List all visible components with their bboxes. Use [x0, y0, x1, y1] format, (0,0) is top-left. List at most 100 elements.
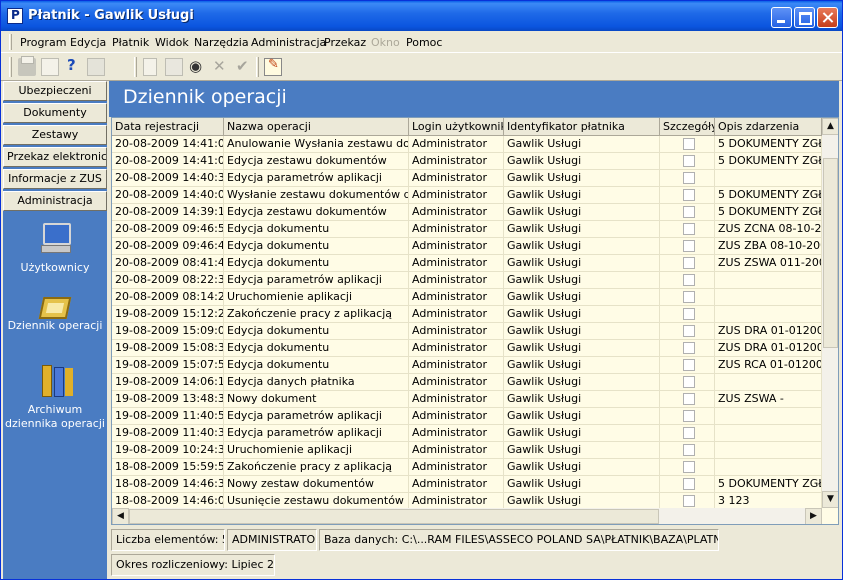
help-icon[interactable] — [64, 56, 82, 76]
details-checkbox[interactable] — [683, 308, 695, 320]
table-row[interactable]: 19-08-2009 10:24:35 Uruchomienie aplikacj… — [112, 442, 822, 459]
table-row[interactable]: 19-08-2009 11:40:54 Edycja parametrów apl… — [112, 408, 822, 425]
nav-item-uzytkownicy[interactable]: Użytkownicy — [3, 221, 107, 275]
details-checkbox[interactable] — [683, 138, 695, 150]
table-row[interactable]: 20-08-2009 09:46:55 Edycja dokumentu Admin… — [112, 221, 822, 238]
edit-note-icon[interactable] — [264, 57, 282, 76]
details-checkbox[interactable] — [683, 172, 695, 184]
maximize-button[interactable] — [794, 7, 815, 28]
table-row[interactable]: 20-08-2009 08:14:25 Uruchomienie aplikacj… — [112, 289, 822, 306]
table-row[interactable]: 18-08-2009 14:46:36 Nowy zestaw dokumentó… — [112, 476, 822, 493]
details-checkbox[interactable] — [683, 461, 695, 473]
nav-tab-administracja[interactable]: Administracja — [3, 191, 107, 211]
table-row[interactable]: 20-08-2009 14:40:34 Edycja parametrów apl… — [112, 170, 822, 187]
minimize-button[interactable] — [771, 7, 792, 28]
details-checkbox[interactable] — [683, 427, 695, 439]
app-logo-icon[interactable] — [7, 8, 23, 24]
details-checkbox[interactable] — [683, 376, 695, 388]
cell-opis: 5 DOKUMENTY ZGŁ — [715, 136, 822, 153]
close-button[interactable] — [817, 7, 838, 28]
horizontal-scroll-thumb[interactable] — [129, 509, 659, 524]
toolbar-grip-3[interactable] — [256, 57, 259, 77]
table-row[interactable]: 20-08-2009 08:41:40 Edycja dokumentu Admin… — [112, 255, 822, 272]
details-checkbox[interactable] — [683, 495, 695, 507]
nav-tab-przekaz-elektroniczny[interactable]: Przekaz elektroniczny — [3, 147, 107, 167]
menu-grip[interactable] — [9, 34, 12, 50]
details-checkbox[interactable] — [683, 223, 695, 235]
cell-nazwa: Edycja parametrów aplikacji — [224, 272, 409, 289]
vertical-scroll-thumb[interactable] — [823, 158, 838, 348]
column-header-data[interactable]: Data rejestracji — [112, 118, 224, 136]
menu-edycja[interactable]: Edycja — [70, 36, 106, 49]
menu-administracja[interactable]: Administracja — [251, 36, 326, 49]
details-checkbox[interactable] — [683, 257, 695, 269]
menu-platnik[interactable]: Płatnik — [112, 36, 149, 49]
details-checkbox[interactable] — [683, 155, 695, 167]
column-header-identyfikator[interactable]: Identyfikator płatnika — [504, 118, 660, 136]
horizontal-scrollbar[interactable]: ◀ ▶ — [112, 508, 822, 524]
table-row[interactable]: 19-08-2009 15:12:28 Zakończenie pracy z a… — [112, 306, 822, 323]
details-checkbox[interactable] — [683, 274, 695, 286]
table-row[interactable]: 19-08-2009 13:48:35 Nowy dokument Administ… — [112, 391, 822, 408]
details-checkbox[interactable] — [683, 478, 695, 490]
menu-przekaz[interactable]: Przekaz — [324, 36, 366, 49]
column-header-szczegoly[interactable]: Szczegóły — [660, 118, 715, 136]
menu-program[interactable]: Program — [20, 36, 66, 49]
table-row[interactable]: 18-08-2009 15:59:50 Zakończenie pracy z a… — [112, 459, 822, 476]
delete-x-icon[interactable] — [211, 57, 229, 76]
details-checkbox[interactable] — [683, 359, 695, 371]
nav-tab-zestawy[interactable]: Zestawy — [3, 125, 107, 145]
details-checkbox[interactable] — [683, 206, 695, 218]
details-checkbox[interactable] — [683, 189, 695, 201]
cell-opis: ZUS ZSWA 011-2009 — [715, 255, 822, 272]
table-row[interactable]: 19-08-2009 15:08:31 Edycja dokumentu Admin… — [112, 340, 822, 357]
table-row[interactable]: 20-08-2009 09:46:42 Edycja dokumentu Admin… — [112, 238, 822, 255]
table-row[interactable]: 20-08-2009 14:39:13 Edycja zestawu dokume… — [112, 204, 822, 221]
table-row[interactable]: 19-08-2009 11:40:35 Edycja parametrów apl… — [112, 425, 822, 442]
table-row[interactable]: 20-08-2009 14:41:03 Edycja zestawu dokume… — [112, 153, 822, 170]
details-checkbox[interactable] — [683, 342, 695, 354]
column-header-nazwa[interactable]: Nazwa operacji — [224, 118, 409, 136]
cell-identyfikator: Gawlik Usługi — [504, 323, 660, 340]
column-header-login[interactable]: Login użytkownika — [409, 118, 504, 136]
toolbar-grip[interactable] — [9, 57, 12, 77]
details-checkbox[interactable] — [683, 444, 695, 456]
print-preview-icon[interactable] — [41, 58, 59, 76]
details-checkbox[interactable] — [683, 393, 695, 405]
table-row[interactable]: 19-08-2009 15:07:58 Edycja dokumentu Admin… — [112, 357, 822, 374]
vertical-scrollbar[interactable]: ▲ ▼ — [822, 118, 838, 508]
title-bar[interactable]: Płatnik - Gawlik Usługi — [1, 1, 842, 31]
details-checkbox[interactable] — [683, 410, 695, 422]
scroll-up-icon[interactable]: ▲ — [822, 118, 838, 135]
menu-widok[interactable]: Widok — [155, 36, 189, 49]
documents-icon[interactable] — [165, 58, 183, 76]
details-checkbox[interactable] — [683, 325, 695, 337]
details-checkbox[interactable] — [683, 291, 695, 303]
copy-icon[interactable] — [87, 58, 105, 76]
printer-icon[interactable] — [18, 56, 36, 76]
table-row[interactable]: 20-08-2009 08:22:30 Edycja parametrów apl… — [112, 272, 822, 289]
cell-nazwa: Nowy dokument — [224, 391, 409, 408]
toolbar-grip-2[interactable] — [134, 57, 137, 77]
view-eye-icon[interactable] — [188, 57, 206, 76]
nav-tab-dokumenty[interactable]: Dokumenty — [3, 103, 107, 123]
cell-nazwa: Wysłanie zestawu dokumentów do ... — [224, 187, 409, 204]
menu-narzedzia[interactable]: Narzędzia — [194, 36, 249, 49]
nav-item-dziennik-operacji[interactable]: Dziennik operacji — [3, 291, 107, 333]
menu-pomoc[interactable]: Pomoc — [406, 36, 442, 49]
table-row[interactable]: 19-08-2009 15:09:00 Edycja dokumentu Admin… — [112, 323, 822, 340]
cell-nazwa: Edycja dokumentu — [224, 340, 409, 357]
approve-check-icon[interactable] — [234, 57, 252, 76]
scroll-right-icon[interactable]: ▶ — [805, 508, 822, 524]
scroll-down-icon[interactable]: ▼ — [822, 491, 838, 508]
nav-tab-ubezpieczeni[interactable]: Ubezpieczeni — [3, 81, 107, 101]
nav-tab-informacje-zus[interactable]: Informacje z ZUS — [3, 169, 107, 189]
table-row[interactable]: 20-08-2009 14:41:03 Anulowanie Wysłania z… — [112, 136, 822, 153]
scroll-left-icon[interactable]: ◀ — [112, 508, 129, 524]
column-header-opis[interactable]: Opis zdarzenia — [715, 118, 822, 136]
new-document-icon[interactable] — [143, 58, 161, 76]
table-row[interactable]: 20-08-2009 14:40:04 Wysłanie zestawu doku… — [112, 187, 822, 204]
nav-item-archiwum[interactable]: Archiwum dziennika operacji — [3, 363, 107, 431]
details-checkbox[interactable] — [683, 240, 695, 252]
table-row[interactable]: 19-08-2009 14:06:19 Edycja danych płatnik… — [112, 374, 822, 391]
